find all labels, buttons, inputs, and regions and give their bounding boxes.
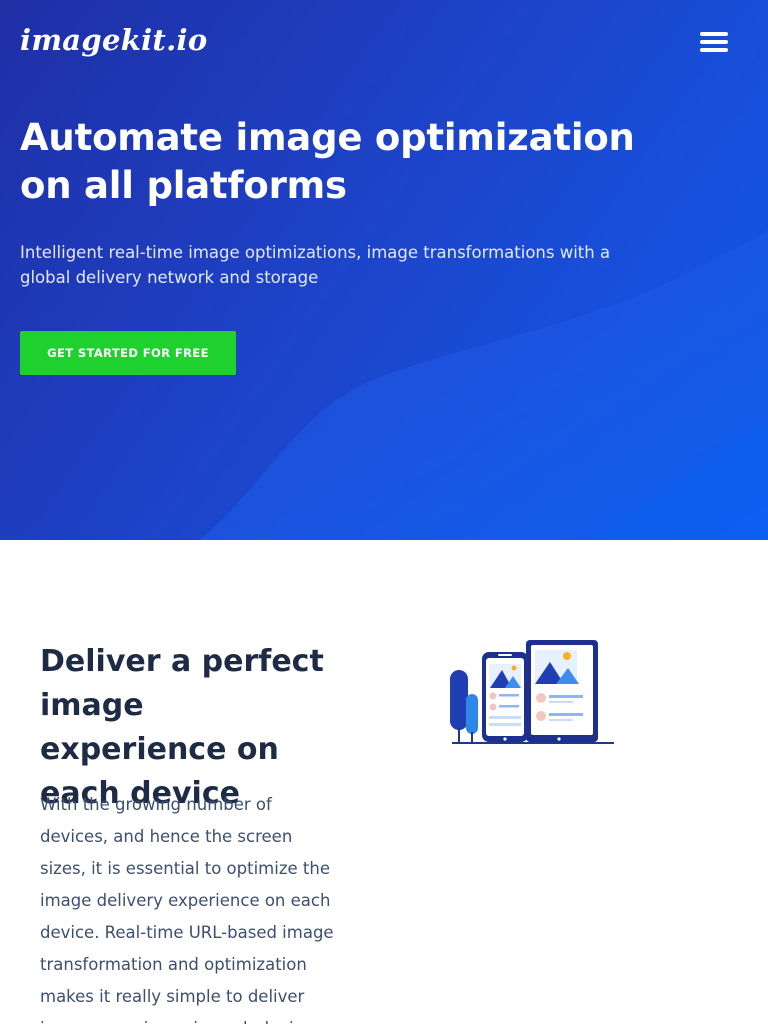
feature-description: With the growing number of devices, and … (40, 795, 334, 1024)
hamburger-menu-icon[interactable] (696, 28, 732, 56)
feature-section: Deliver a perfect image experience on ea… (0, 540, 768, 1024)
devices-illustration-icon (450, 640, 614, 744)
hero-title: Automate image optimization on all platf… (20, 116, 635, 207)
top-navigation: imagekit.io (0, 0, 768, 84)
hero-subtitle: Intelligent real-time image optimization… (20, 243, 611, 287)
get-started-button[interactable]: GET STARTED FOR FREE (20, 331, 236, 375)
imagekit-logo[interactable]: imagekit.io (20, 18, 207, 62)
hero-section: imagekit.io Automate image optimization … (0, 0, 768, 540)
